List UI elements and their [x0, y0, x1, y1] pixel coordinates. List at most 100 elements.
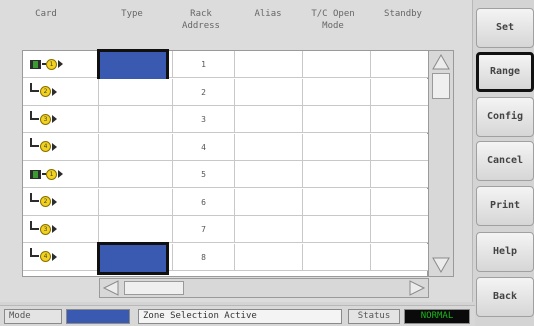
- rack-address-cell[interactable]: 3: [173, 106, 235, 133]
- arrow-right-icon: [52, 115, 57, 123]
- header-card: Card: [35, 9, 57, 19]
- arrow-right-icon: [52, 252, 57, 261]
- type-cell[interactable]: [99, 188, 173, 216]
- status-value: NORMAL: [404, 309, 470, 324]
- table-row[interactable]: 44: [23, 133, 429, 161]
- alias-cell[interactable]: [235, 188, 303, 216]
- type-selection-highlight[interactable]: [97, 49, 169, 82]
- rack-address-cell[interactable]: 2: [173, 78, 235, 106]
- tc-open-mode-cell[interactable]: [303, 188, 371, 216]
- card-cell[interactable]: 4: [23, 133, 99, 161]
- branch-icon: [30, 193, 39, 202]
- type-cell[interactable]: [99, 106, 173, 133]
- alias-cell[interactable]: [235, 161, 303, 188]
- print-button[interactable]: Print: [476, 186, 534, 226]
- table-row[interactable]: 48: [23, 241, 429, 275]
- header-type: Type: [121, 9, 143, 19]
- standby-cell[interactable]: [371, 106, 429, 133]
- horizontal-scrollbar[interactable]: [99, 278, 429, 298]
- scroll-down-icon[interactable]: [432, 257, 450, 274]
- alias-cell[interactable]: [235, 51, 303, 78]
- card-cell[interactable]: 3: [23, 106, 99, 133]
- standby-cell[interactable]: [371, 78, 429, 106]
- table-row[interactable]: 37: [23, 216, 429, 243]
- back-button[interactable]: Back: [476, 277, 534, 317]
- rack-address-cell[interactable]: 4: [173, 133, 235, 161]
- alias-cell[interactable]: [235, 106, 303, 133]
- standby-cell[interactable]: [371, 133, 429, 161]
- branch-icon: [30, 83, 39, 92]
- tc-open-mode-cell[interactable]: [303, 51, 371, 78]
- tc-open-mode-cell[interactable]: [303, 78, 371, 106]
- alias-cell[interactable]: [235, 216, 303, 243]
- arrow-right-icon: [52, 225, 57, 233]
- card-cell[interactable]: 2: [23, 78, 99, 106]
- status-label: Status: [348, 309, 400, 324]
- table-row[interactable]: 33: [23, 106, 429, 133]
- branch-icon: [30, 220, 39, 230]
- help-button[interactable]: Help: [476, 232, 534, 272]
- header-tc-open-mode-line1: T/C Open: [311, 9, 355, 19]
- header-rack-address-line2: Address: [182, 21, 220, 31]
- cancel-button[interactable]: Cancel: [476, 141, 534, 181]
- vertical-scrollbar[interactable]: [428, 50, 454, 277]
- standby-cell[interactable]: [371, 51, 429, 78]
- tc-open-mode-cell[interactable]: [303, 161, 371, 188]
- standby-cell[interactable]: [371, 188, 429, 216]
- zone-table: 1122334415263748: [22, 49, 429, 277]
- card-cell[interactable]: 1: [23, 51, 99, 78]
- card-slot-icon: [30, 169, 41, 179]
- card-slot-icon: [30, 59, 41, 69]
- header-alias: Alias: [254, 9, 282, 19]
- header-rack-address: Rack Address: [172, 8, 230, 32]
- type-cell[interactable]: [99, 78, 173, 106]
- type-cell[interactable]: [99, 161, 173, 188]
- rack-address-cell[interactable]: 1: [173, 51, 235, 78]
- card-cell[interactable]: 1: [23, 161, 99, 188]
- type-cell[interactable]: [99, 216, 173, 243]
- rack-address-cell[interactable]: 7: [173, 216, 235, 243]
- standby-cell[interactable]: [371, 161, 429, 188]
- standby-cell[interactable]: [371, 216, 429, 243]
- arrow-right-icon: [52, 87, 57, 96]
- arrow-right-icon: [58, 60, 63, 68]
- arrow-right-icon: [58, 170, 63, 178]
- card-cell[interactable]: 2: [23, 188, 99, 216]
- type-selection-highlight[interactable]: [97, 241, 169, 275]
- table-row[interactable]: 11: [23, 49, 429, 82]
- vertical-scroll-thumb[interactable]: [432, 73, 450, 99]
- tc-open-mode-cell[interactable]: [303, 216, 371, 243]
- node-icon: 3: [40, 113, 51, 125]
- node-icon: 4: [40, 251, 51, 262]
- standby-cell[interactable]: [371, 243, 429, 271]
- arrow-right-icon: [52, 142, 57, 151]
- rack-address-cell[interactable]: 8: [173, 243, 235, 271]
- header-tc-open-mode: T/C Open Mode: [302, 8, 364, 32]
- alias-cell[interactable]: [235, 243, 303, 271]
- tc-open-mode-cell[interactable]: [303, 106, 371, 133]
- scroll-right-icon[interactable]: [409, 280, 426, 296]
- header-rack-address-line1: Rack: [190, 9, 212, 19]
- scroll-up-icon[interactable]: [432, 53, 450, 70]
- alias-cell[interactable]: [235, 78, 303, 106]
- table-row[interactable]: 22: [23, 78, 429, 106]
- main-panel: Card Type Rack Address Alias T/C Open Mo…: [0, 0, 473, 302]
- rack-address-cell[interactable]: 6: [173, 188, 235, 216]
- table-row[interactable]: 26: [23, 188, 429, 216]
- tc-open-mode-cell[interactable]: [303, 133, 371, 161]
- config-button[interactable]: Config: [476, 97, 534, 137]
- tc-open-mode-cell[interactable]: [303, 243, 371, 271]
- range-button[interactable]: Range: [476, 52, 534, 92]
- header-tc-open-mode-line2: Mode: [322, 21, 344, 31]
- status-bar: Mode Zone Selection Active Status NORMAL: [0, 305, 475, 326]
- card-cell[interactable]: 3: [23, 216, 99, 243]
- horizontal-scroll-thumb[interactable]: [124, 281, 184, 295]
- scroll-left-icon[interactable]: [102, 280, 119, 296]
- set-button[interactable]: Set: [476, 8, 534, 48]
- type-cell[interactable]: [99, 133, 173, 161]
- table-row[interactable]: 15: [23, 161, 429, 188]
- alias-cell[interactable]: [235, 133, 303, 161]
- arrow-right-icon: [52, 197, 57, 206]
- card-cell[interactable]: 4: [23, 243, 99, 271]
- rack-address-cell[interactable]: 5: [173, 161, 235, 188]
